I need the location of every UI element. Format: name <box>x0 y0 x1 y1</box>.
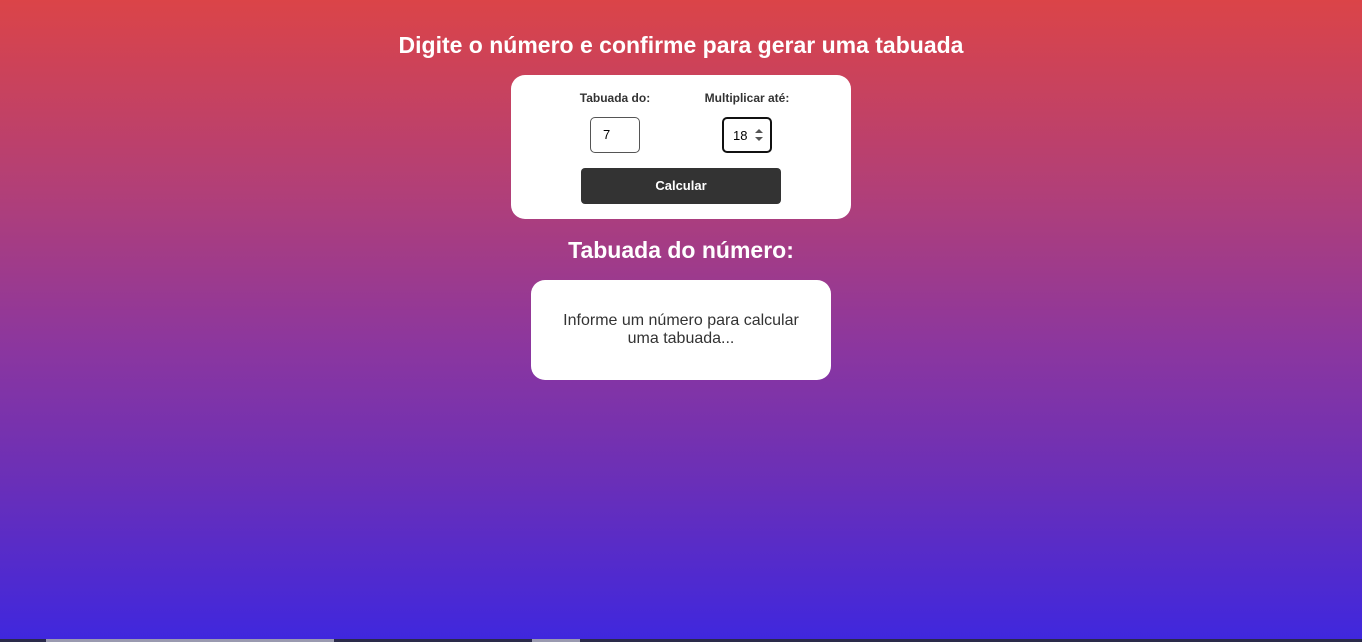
multiplicar-input[interactable]: 18 <box>722 117 772 153</box>
spinner-arrows-icon[interactable] <box>755 129 763 141</box>
spinner-down-icon[interactable] <box>755 137 763 141</box>
calcular-button[interactable]: Calcular <box>581 168 781 204</box>
spinner-up-icon[interactable] <box>755 129 763 133</box>
tabuada-field: Tabuada do: 7 <box>567 91 663 153</box>
result-card: Informe um número para calcular uma tabu… <box>531 280 831 380</box>
page-title: Digite o número e confirme para gerar um… <box>398 32 964 58</box>
multiplicar-value: 18 <box>733 128 748 143</box>
tabuada-input[interactable]: 7 <box>590 117 640 153</box>
multiplicar-field: Multiplicar até: 18 <box>691 91 803 153</box>
result-message: Informe um número para calcular uma tabu… <box>563 312 799 347</box>
multiplicar-label: Multiplicar até: <box>704 91 790 105</box>
tabuada-label: Tabuada do: <box>579 91 651 105</box>
result-title: Tabuada do número: <box>568 237 794 263</box>
form-card: Tabuada do: 7 Multiplicar até: 18 Calcul… <box>511 75 851 219</box>
